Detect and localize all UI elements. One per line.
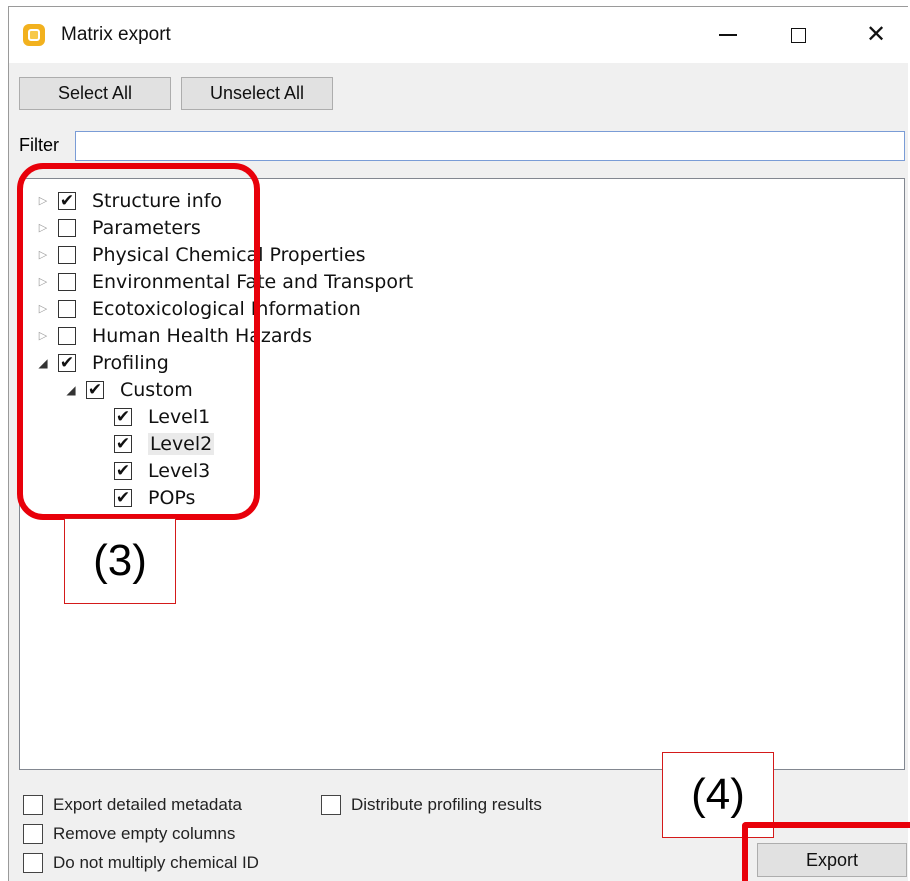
maximize-button[interactable] bbox=[769, 15, 827, 55]
option-label: Remove empty columns bbox=[53, 824, 236, 843]
checkbox[interactable] bbox=[23, 853, 43, 873]
app-icon bbox=[23, 24, 45, 46]
remove-empty-columns-option[interactable]: Remove empty columns bbox=[23, 824, 235, 844]
annotation-label-step3: (3) bbox=[64, 518, 176, 604]
annotation-highlight-export bbox=[742, 822, 910, 881]
close-icon: ✕ bbox=[865, 21, 887, 48]
checkbox[interactable] bbox=[321, 795, 341, 815]
close-button[interactable]: ✕ bbox=[847, 15, 905, 55]
filter-input[interactable] bbox=[75, 131, 905, 161]
distribute-profiling-results-option[interactable]: Distribute profiling results bbox=[321, 795, 542, 815]
checkbox[interactable] bbox=[23, 795, 43, 815]
do-not-multiply-chemical-id-option[interactable]: Do not multiply chemical ID bbox=[23, 853, 259, 873]
window-title: Matrix export bbox=[61, 24, 171, 45]
minimize-icon bbox=[719, 34, 737, 36]
filter-label: Filter bbox=[19, 135, 59, 155]
export-detailed-metadata-option[interactable]: Export detailed metadata bbox=[23, 795, 242, 815]
option-label: Export detailed metadata bbox=[53, 795, 243, 814]
select-all-button[interactable]: Select All bbox=[19, 77, 171, 110]
unselect-all-button[interactable]: Unselect All bbox=[181, 77, 333, 110]
option-label: Distribute profiling results bbox=[351, 795, 542, 814]
checkbox[interactable] bbox=[23, 824, 43, 844]
option-label: Do not multiply chemical ID bbox=[53, 853, 259, 872]
minimize-button[interactable] bbox=[699, 15, 757, 55]
title-bar: Matrix export ✕ bbox=[9, 7, 908, 63]
maximize-icon bbox=[790, 27, 806, 43]
annotation-highlight-tree bbox=[17, 163, 260, 520]
